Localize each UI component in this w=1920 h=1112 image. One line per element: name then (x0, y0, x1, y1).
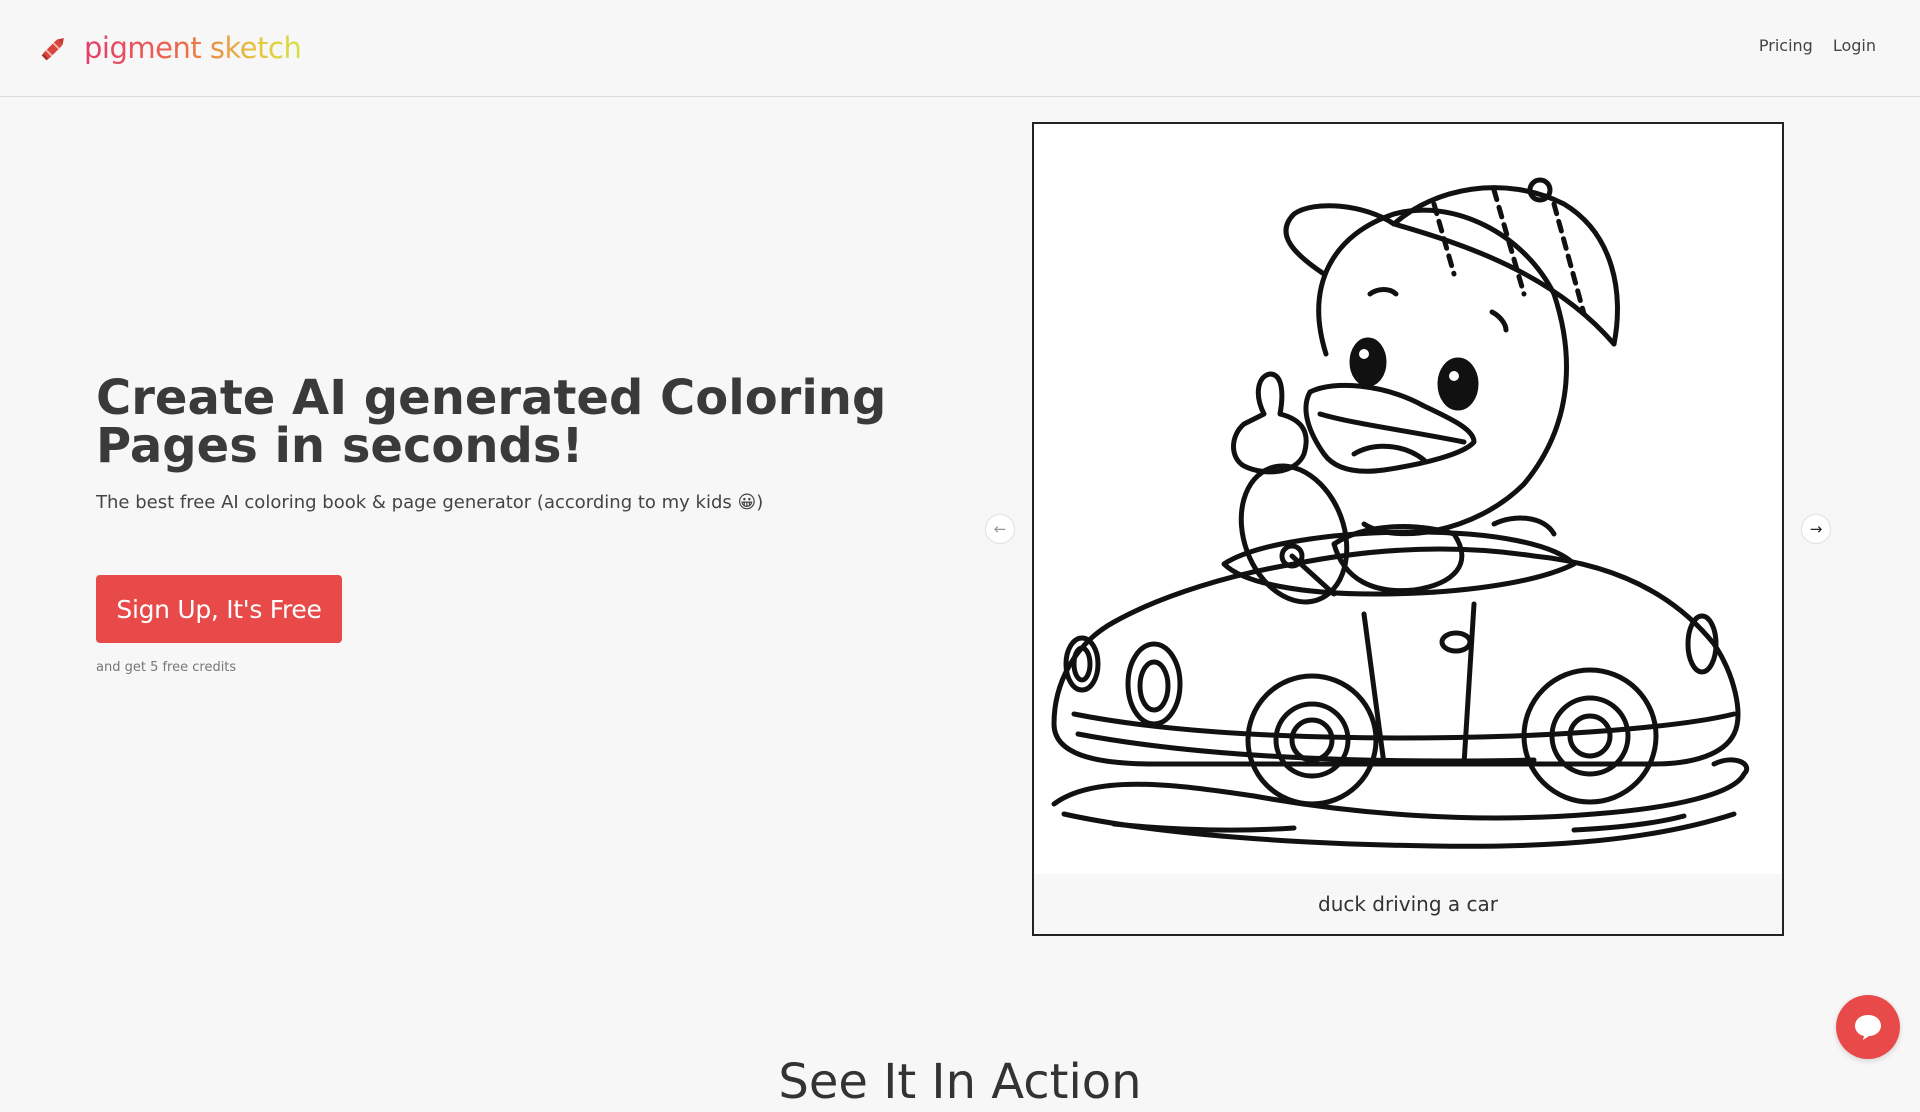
chat-widget-button[interactable] (1836, 995, 1900, 1059)
nav-login-link[interactable]: Login (1833, 36, 1876, 55)
arrow-left-icon: ← (993, 519, 1007, 538)
nav-pricing-link[interactable]: Pricing (1759, 36, 1813, 55)
slide-caption: duck driving a car (1034, 874, 1782, 934)
hero-subtitle: The best free AI coloring book & page ge… (96, 492, 764, 513)
hero-title: Create AI generated Coloring Pages in se… (96, 370, 887, 474)
brand-name: pigment sketch (84, 31, 302, 65)
signup-button[interactable]: Sign Up, It's Free (96, 575, 342, 643)
duck-car-illustration (1051, 177, 1749, 849)
chat-bubble-icon (1855, 1015, 1881, 1040)
brand-logo-link[interactable]: pigment sketch (38, 30, 302, 66)
site-header: pigment sketch Pricing Login (0, 0, 1920, 97)
carousel-next-button[interactable]: → (1801, 514, 1831, 544)
arrow-right-icon: → (1809, 519, 1823, 538)
carousel-prev-button[interactable]: ← (985, 514, 1015, 544)
free-credits-note: and get 5 free credits (96, 660, 237, 675)
crayon-icon (41, 38, 64, 61)
coloring-page-image (1034, 124, 1782, 874)
section-title: See It In Action (778, 1054, 1142, 1110)
carousel-slide: duck driving a car (1032, 122, 1784, 936)
top-nav: Pricing Login (1759, 36, 1876, 55)
